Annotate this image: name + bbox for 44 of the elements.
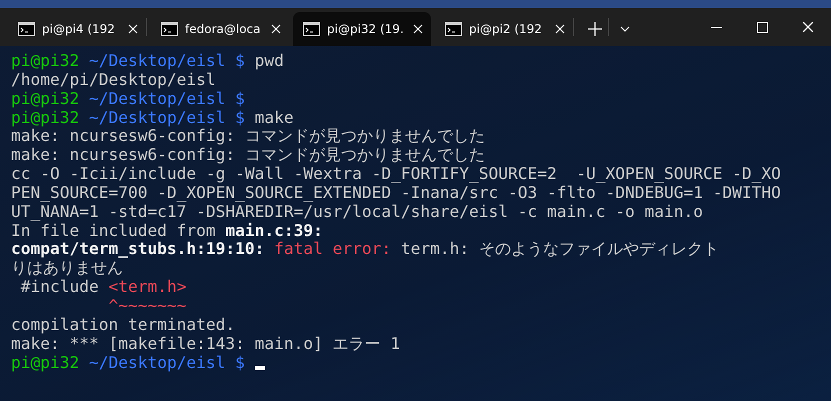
terminal-icon bbox=[303, 22, 320, 36]
output-text: /home/pi/Desktop/eisl bbox=[11, 70, 216, 89]
output-text: #include bbox=[20, 277, 100, 296]
terminal-icon bbox=[161, 22, 178, 36]
prompt-path: ~/Desktop/eisl $ bbox=[88, 352, 245, 372]
prompt-user: pi@pi32 bbox=[11, 88, 80, 108]
tab[interactable]: pi@pi32 (19. bbox=[293, 12, 431, 46]
output-text: りはありません bbox=[11, 258, 123, 278]
plus-icon[interactable] bbox=[588, 22, 602, 36]
chevron-down-icon[interactable] bbox=[620, 26, 630, 32]
close-icon[interactable] bbox=[413, 24, 423, 34]
output-text: make bbox=[254, 108, 294, 127]
output-text: PEN_SOURCE=700 -D_XOPEN_SOURCE_EXTENDED -Inana/src -O3 -flto -DNDEBUG=1 -DWITHO bbox=[11, 182, 781, 202]
prompt-path: ~/Desktop/eisl $ bbox=[88, 108, 245, 127]
bold-text: main.c:39: bbox=[225, 220, 323, 240]
prompt-user: pi@pi32 bbox=[11, 51, 80, 70]
error-text: ^~~~~~~~ bbox=[107, 296, 186, 315]
bold-text: compat/term_stubs.h:19:10: bbox=[11, 239, 266, 258]
output-text: UT_NANA=1 -std=c17 -DSHAREDIR=/usr/local/share/eisl -c main.c -o main.o bbox=[11, 202, 703, 221]
prompt-user: pi@pi32 bbox=[11, 352, 80, 372]
terminal-icon bbox=[18, 22, 35, 36]
close-icon[interactable] bbox=[128, 24, 138, 34]
output-text: compilation terminated. bbox=[11, 314, 236, 334]
error-text: fatal error: bbox=[274, 239, 392, 258]
output-text: pwd bbox=[254, 51, 284, 70]
output-text: cc -O -Icii/include -g -Wall -Wextra -D_FORTIFY_SOURCE=2 -U_XOPEN_SOURCE -D_XO bbox=[11, 164, 781, 184]
output-text: make: ncursesw6-config: コマンドが見つかりませんでした bbox=[11, 126, 485, 146]
tab[interactable]: pi@pi2 (192 bbox=[435, 12, 573, 46]
prompt-path: ~/Desktop/eisl $ bbox=[88, 88, 245, 108]
close-icon[interactable] bbox=[802, 21, 814, 33]
minimize-icon[interactable] bbox=[710, 26, 722, 28]
prompt-path: ~/Desktop/eisl $ bbox=[88, 51, 245, 70]
error-text: <term.h> bbox=[108, 277, 186, 296]
output-text: make: *** [makefile:143: main.o] エラー 1 bbox=[11, 334, 400, 353]
close-icon[interactable] bbox=[271, 24, 281, 34]
output-text: make: ncursesw6-config: コマンドが見つかりませんでした bbox=[11, 145, 485, 164]
terminal-icon bbox=[445, 22, 462, 36]
prompt-user: pi@pi32 bbox=[11, 108, 80, 127]
output-text: term.h: そのようなファイルやディレクト bbox=[400, 239, 719, 258]
output-text: In file included from bbox=[11, 220, 217, 240]
close-icon[interactable] bbox=[555, 24, 565, 34]
tab[interactable]: fedora@loca bbox=[151, 12, 289, 46]
tab[interactable]: pi@pi4 (192 bbox=[8, 12, 146, 46]
maximize-icon[interactable] bbox=[756, 22, 768, 32]
